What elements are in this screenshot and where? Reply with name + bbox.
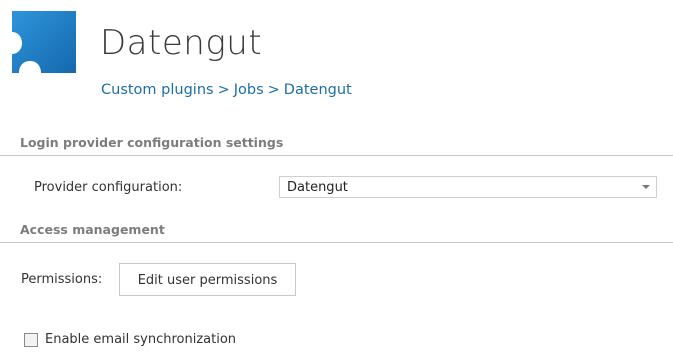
breadcrumb-jobs[interactable]: Jobs — [234, 82, 264, 98]
provider-configuration-select[interactable]: Datengut — [279, 176, 657, 198]
section-header-access-management: Access management — [20, 222, 165, 237]
enable-email-sync-checkbox[interactable] — [24, 333, 38, 347]
puzzle-piece-icon — [12, 11, 76, 73]
breadcrumb: Custom plugins > Jobs > Datengut — [101, 80, 352, 100]
page-title: Datengut — [100, 23, 263, 63]
breadcrumb-separator: > — [217, 82, 230, 98]
chevron-down-icon[interactable] — [642, 185, 650, 189]
permissions-label: Permissions: — [21, 272, 103, 287]
section-header-login-provider: Login provider configuration settings — [20, 135, 284, 150]
breadcrumb-custom-plugins[interactable]: Custom plugins — [101, 82, 214, 98]
breadcrumb-separator: > — [267, 82, 280, 98]
plugin-settings-page: Datengut Custom plugins > Jobs > Datengut Lo… — [0, 0, 673, 352]
edit-user-permissions-button[interactable]: Edit user permissions — [119, 263, 296, 296]
enable-email-sync-label[interactable]: Enable email synchronization — [45, 331, 236, 349]
breadcrumb-current: Datengut — [283, 82, 352, 98]
provider-configuration-value: Datengut — [287, 180, 348, 195]
section-divider — [0, 242, 673, 243]
provider-configuration-label: Provider configuration: — [34, 180, 183, 195]
section-divider — [0, 155, 673, 156]
